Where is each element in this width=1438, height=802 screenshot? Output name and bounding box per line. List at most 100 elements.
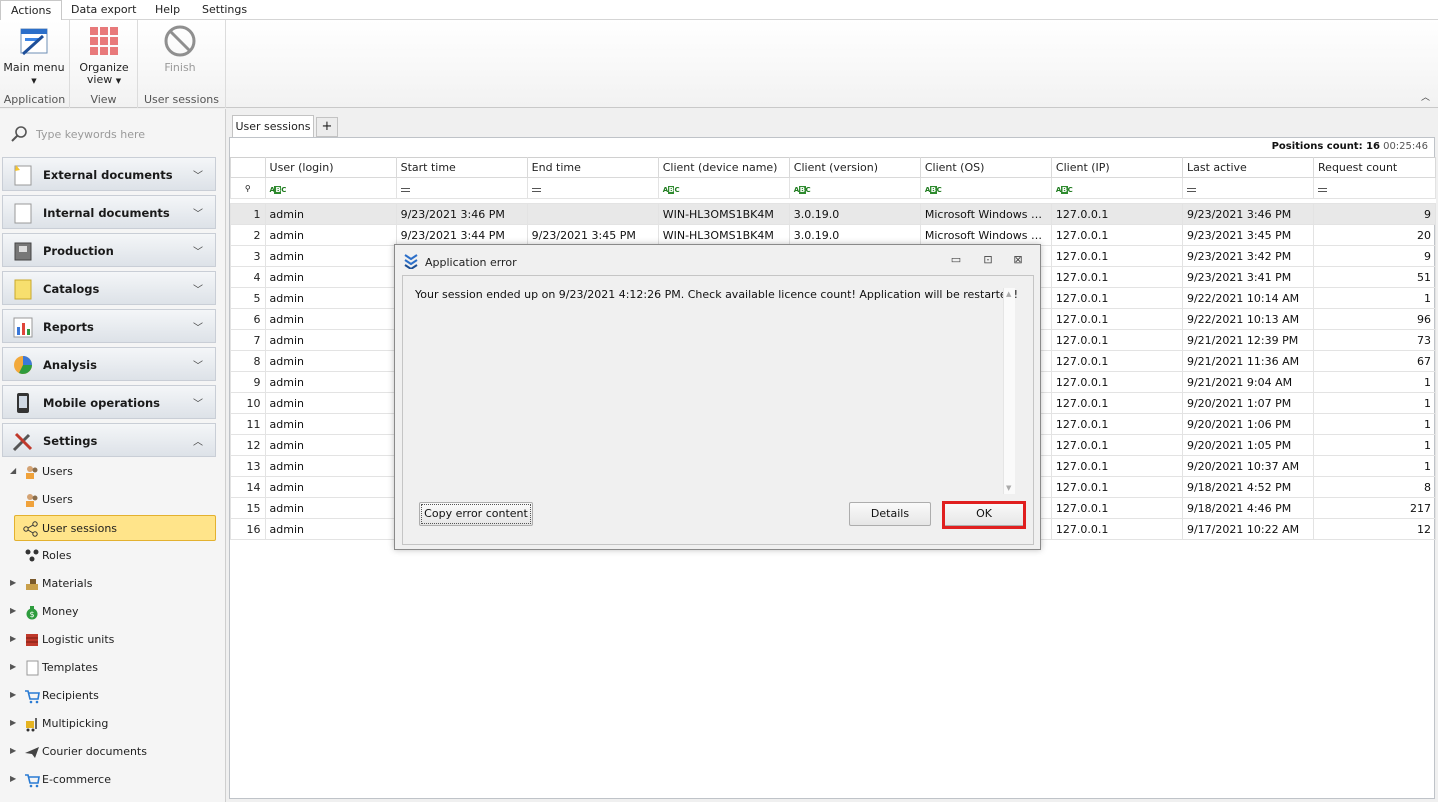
category-production[interactable]: Production ﹀ <box>2 233 216 267</box>
expand-right-icon[interactable]: ▶ <box>10 774 16 783</box>
column-header[interactable]: Client (device name) <box>657 157 790 178</box>
expand-right-icon[interactable]: ▶ <box>10 606 16 615</box>
positions-count-label: Positions count: <box>1271 141 1363 152</box>
expand-right-icon[interactable]: ▶ <box>10 662 16 671</box>
ribbon-group-label: View <box>90 93 117 106</box>
row-number: 2 <box>230 224 266 246</box>
copy-error-content-button[interactable]: Copy error content <box>419 502 533 526</box>
category-external-documents[interactable]: External documents ﹀ <box>2 157 216 191</box>
filter-cell[interactable] <box>395 177 528 199</box>
column-header[interactable]: Client (OS) <box>919 157 1052 178</box>
tab-user-sessions[interactable]: User sessions <box>232 115 314 137</box>
filter-cell[interactable] <box>1181 177 1315 199</box>
menu-bar: Actions Data export Help Settings <box>0 0 1438 21</box>
column-header[interactable]: Request count <box>1313 157 1436 178</box>
tree-item-logistic-units[interactable]: ▶ Logistic units <box>0 628 225 652</box>
add-tab-button[interactable]: + <box>316 117 338 137</box>
expand-right-icon[interactable]: ▶ <box>10 578 16 587</box>
filter-cell[interactable] <box>526 177 659 199</box>
filter-cell[interactable] <box>1313 177 1436 199</box>
filter-cell[interactable]: ABC <box>919 177 1052 199</box>
table-cell: 51 <box>1313 266 1436 288</box>
grid-icon <box>90 27 118 55</box>
tree-item-e-commerce[interactable]: ▶ E-commerce <box>0 768 225 792</box>
forklift-icon <box>26 718 37 732</box>
main-menu-button[interactable]: Main menu ▼ <box>3 24 65 87</box>
table-cell: 12 <box>1313 518 1436 540</box>
table-cell <box>526 203 659 225</box>
category-label: Catalogs <box>43 282 100 296</box>
column-header[interactable]: End time <box>526 157 659 178</box>
expand-right-icon[interactable]: ▶ <box>10 746 16 755</box>
tree-item-roles[interactable]: Roles <box>0 544 225 568</box>
expand-right-icon[interactable]: ▶ <box>10 718 16 727</box>
table-cell: 1 <box>1313 413 1436 435</box>
filter-cell[interactable]: ABC <box>264 177 397 199</box>
close-icon[interactable]: ⊠ <box>1009 253 1027 269</box>
filter-cell[interactable]: ABC <box>657 177 790 199</box>
maximize-icon[interactable]: ⊡ <box>979 253 997 269</box>
expand-right-icon[interactable]: ▶ <box>10 634 16 643</box>
minimize-icon[interactable]: ▭ <box>947 253 965 269</box>
tree-item-multipicking[interactable]: ▶ Multipicking <box>0 712 225 736</box>
collapse-ribbon-icon[interactable]: ︿ <box>1421 90 1430 103</box>
ok-button[interactable]: OK <box>943 502 1025 526</box>
scroll-down-icon[interactable]: ▼ <box>1006 484 1011 492</box>
chevron-up-icon: ︿ <box>193 437 203 448</box>
table-cell: admin <box>264 287 397 309</box>
category-mobile-operations[interactable]: Mobile operations ﹀ <box>2 385 216 419</box>
tree-item-user-sessions[interactable]: User sessions <box>14 515 216 541</box>
tree-item-label: Users <box>42 465 73 478</box>
category-catalogs[interactable]: Catalogs ﹀ <box>2 271 216 305</box>
chevron-down-icon: ﹀ <box>193 171 203 182</box>
tree-item-users[interactable]: Users <box>0 488 225 512</box>
column-header[interactable]: Start time <box>395 157 528 178</box>
tree-item-courier-documents[interactable]: ▶ Courier documents <box>0 740 225 764</box>
scroll-up-icon[interactable]: ▲ <box>1006 290 1011 298</box>
category-internal-documents[interactable]: Internal documents ﹀ <box>2 195 216 229</box>
menu-tab-settings[interactable]: Settings <box>192 0 257 20</box>
table-cell: admin <box>264 266 397 288</box>
column-header[interactable]: Client (version) <box>788 157 921 178</box>
table-cell: 9/17/2021 10:22 AM <box>1181 518 1315 540</box>
details-button[interactable]: Details <box>849 502 931 526</box>
category-analysis[interactable]: Analysis ﹀ <box>2 347 216 381</box>
row-number: 1 <box>230 203 266 225</box>
category-reports[interactable]: Reports ﹀ <box>2 309 216 343</box>
search-input[interactable] <box>34 125 214 143</box>
menu-tab-data-export[interactable]: Data export <box>61 0 146 20</box>
message-scrollbar[interactable]: ▲ ▼ <box>1003 288 1015 494</box>
tree-item-label: Money <box>42 605 79 618</box>
tree-item-materials[interactable]: ▶ Materials <box>0 572 225 596</box>
category-settings[interactable]: Settings ︿ <box>2 423 216 457</box>
menu-tab-help[interactable]: Help <box>145 0 190 20</box>
table-cell: 9/21/2021 12:39 PM <box>1181 329 1315 351</box>
expand-down-icon[interactable]: ◢ <box>10 466 16 475</box>
tree-item-templates[interactable]: ▶ Templates <box>0 656 225 680</box>
organize-view-button[interactable]: Organize view ▼ <box>74 24 134 87</box>
column-header[interactable]: Last active <box>1181 157 1315 178</box>
tree-item-recipients[interactable]: ▶ Recipients <box>0 684 225 708</box>
table-cell: 1 <box>1313 434 1436 456</box>
table-cell: 127.0.0.1 <box>1050 518 1183 540</box>
column-header[interactable]: User (login) <box>264 157 397 178</box>
table-cell: admin <box>264 518 397 540</box>
ribbon-group-label: Application <box>3 93 66 106</box>
dialog-title-bar[interactable]: Application error ▭ ⊡ ⊠ <box>395 245 1040 275</box>
table-row[interactable]: 1 admin 9/23/2021 3:46 PM WIN-HL3OMS1BK4M 3.… <box>230 203 1436 225</box>
column-header[interactable]: Client (IP) <box>1050 157 1183 178</box>
row-number: 10 <box>230 392 266 414</box>
finish-button[interactable]: Finish <box>152 24 208 74</box>
filter-cell[interactable]: ABC <box>1050 177 1183 199</box>
menu-tab-actions[interactable]: Actions <box>0 0 63 21</box>
filter-pin-icon[interactable]: ⚲ <box>230 177 266 199</box>
expand-right-icon[interactable]: ▶ <box>10 690 16 699</box>
table-cell: 9/23/2021 3:46 PM <box>395 203 528 225</box>
filter-cell[interactable]: ABC <box>788 177 921 199</box>
tree-item-money[interactable]: ▶ $ Money <box>0 600 225 624</box>
tree-item-users-group[interactable]: ◢ Users <box>0 460 225 484</box>
table-row[interactable]: 2 admin 9/23/2021 3:44 PM 9/23/2021 3:45 PM… <box>230 224 1436 246</box>
table-cell: 8 <box>1313 476 1436 498</box>
chevron-down-icon: ▼ <box>115 77 122 85</box>
table-cell: 127.0.0.1 <box>1050 245 1183 267</box>
